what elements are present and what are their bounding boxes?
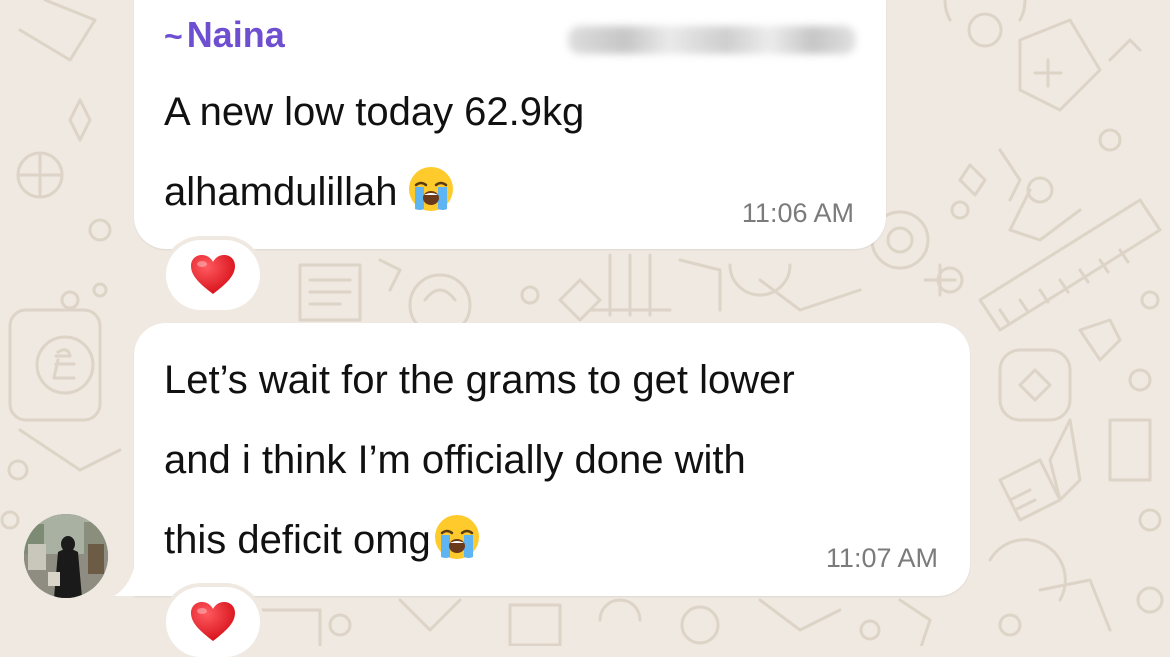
message-line: Let’s wait for the grams to get lower <box>164 358 795 402</box>
red-heart-icon <box>191 602 235 641</box>
redacted-phone-number <box>568 26 856 54</box>
message-line: and i think I’m officially done with <box>164 438 746 482</box>
avatar-photo <box>24 514 108 598</box>
loudly-crying-face-icon <box>409 167 454 211</box>
message-line-with-emoji: alhamdulillah <box>164 152 584 232</box>
bubble-tail <box>114 568 138 596</box>
message-reaction[interactable] <box>166 587 260 657</box>
message-text: Let’s wait for the grams to get lower an… <box>164 340 795 580</box>
message-timestamp: 11:07 AM <box>825 543 938 573</box>
red-heart-icon <box>191 255 235 294</box>
message-reaction[interactable] <box>166 240 260 310</box>
message-line-with-emoji: this deficit omg <box>164 500 795 580</box>
message-line: A new low today 62.9kg <box>164 90 585 134</box>
message-bubble[interactable]: Let’s wait for the grams to get lower an… <box>134 323 970 596</box>
loudly-crying-face-icon <box>434 515 479 559</box>
message-text: A new low today 62.9kg alhamdulillah <box>164 72 584 232</box>
avatar[interactable] <box>24 514 108 598</box>
sender-name[interactable]: ~ Naina <box>164 14 285 56</box>
message-timestamp: 11:06 AM <box>741 198 854 228</box>
message-bubble[interactable]: ~ Naina A new low today 62.9kg alhamduli… <box>134 0 886 249</box>
